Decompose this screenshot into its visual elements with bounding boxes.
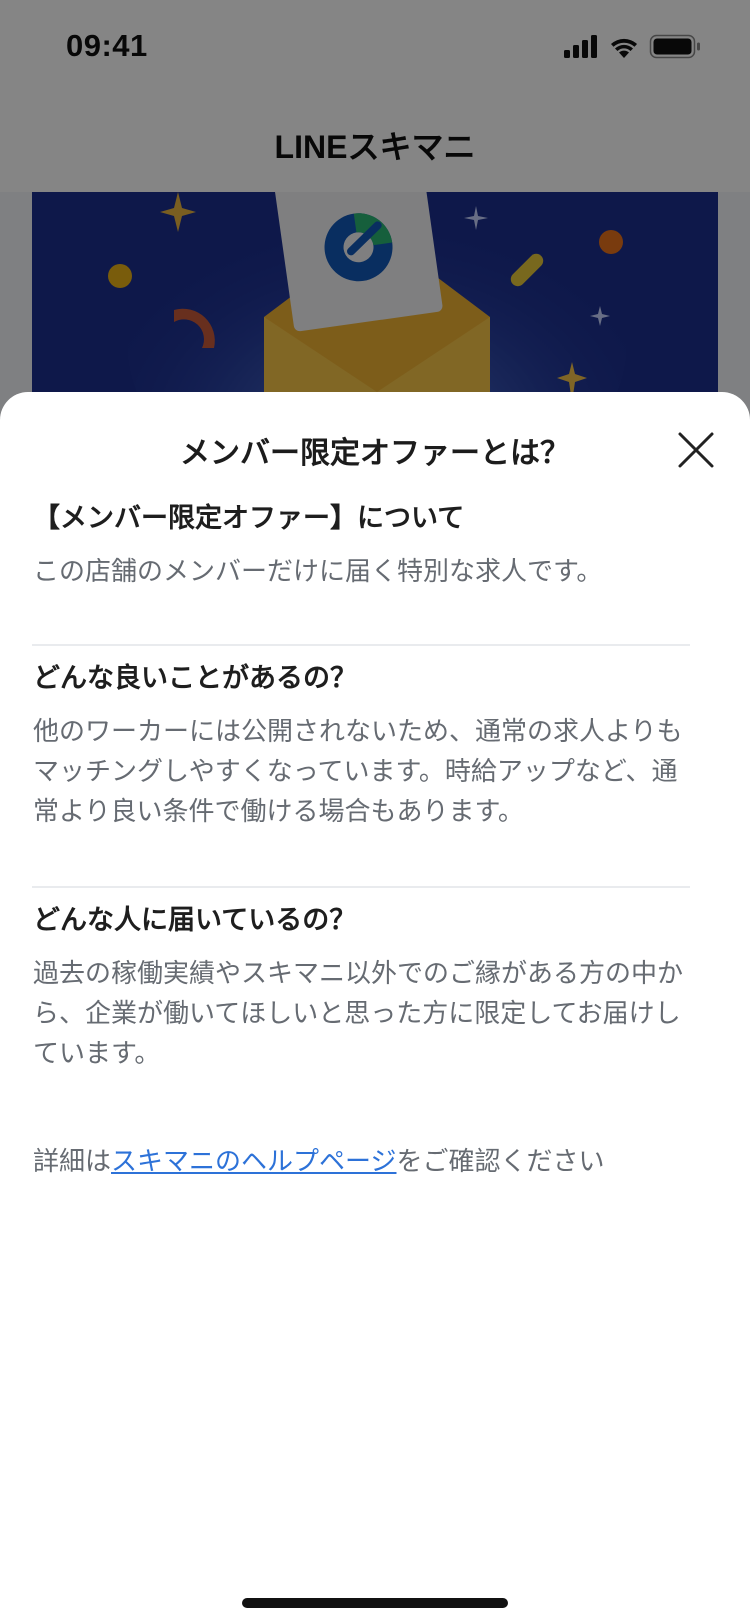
section-body: この店舗のメンバーだけに届く特別な求人です。 — [33, 556, 603, 587]
section-heading: どんな良いことがあるの？ — [33, 663, 357, 694]
help-suffix: をご確認ください — [396, 1147, 605, 1177]
help-prefix: 詳細は — [33, 1147, 112, 1177]
home-indicator[interactable] — [242, 1598, 508, 1608]
divider — [32, 886, 690, 888]
section-body: 他のワーカーには公開されないため、通常の求人よりもマッチングしやすくなっています… — [33, 716, 683, 827]
help-page-link[interactable]: スキマニのヘルプページ — [111, 1147, 396, 1177]
help-text: 詳細はスキマニのヘルプページをご確認ください — [33, 1142, 713, 1182]
section-about: 【メンバー限定オファー】について この店舗のメンバーだけに届く特別な求人です。 — [33, 500, 693, 592]
section-heading: どんな人に届いているの？ — [33, 905, 357, 936]
section-recipients: どんな人に届いているの？ 過去の稼働実績やスキマニ以外でのご縁がある方の中から、… — [33, 902, 693, 1074]
close-button[interactable] — [672, 426, 720, 474]
sheet-title: メンバー限定オファーとは？ — [180, 436, 570, 471]
info-bottom-sheet: メンバー限定オファーとは？ 【メンバー限定オファー】について この店舗のメンバー… — [0, 392, 750, 1624]
section-benefits: どんな良いことがあるの？ 他のワーカーには公開されないため、通常の求人よりもマッ… — [33, 660, 693, 832]
close-icon — [678, 432, 714, 468]
section-heading: 【メンバー限定オファー】について — [33, 503, 465, 534]
section-body: 過去の稼働実績やスキマニ以外でのご縁がある方の中から、企業が働いてほしいと思った… — [33, 958, 684, 1069]
divider — [32, 644, 690, 646]
